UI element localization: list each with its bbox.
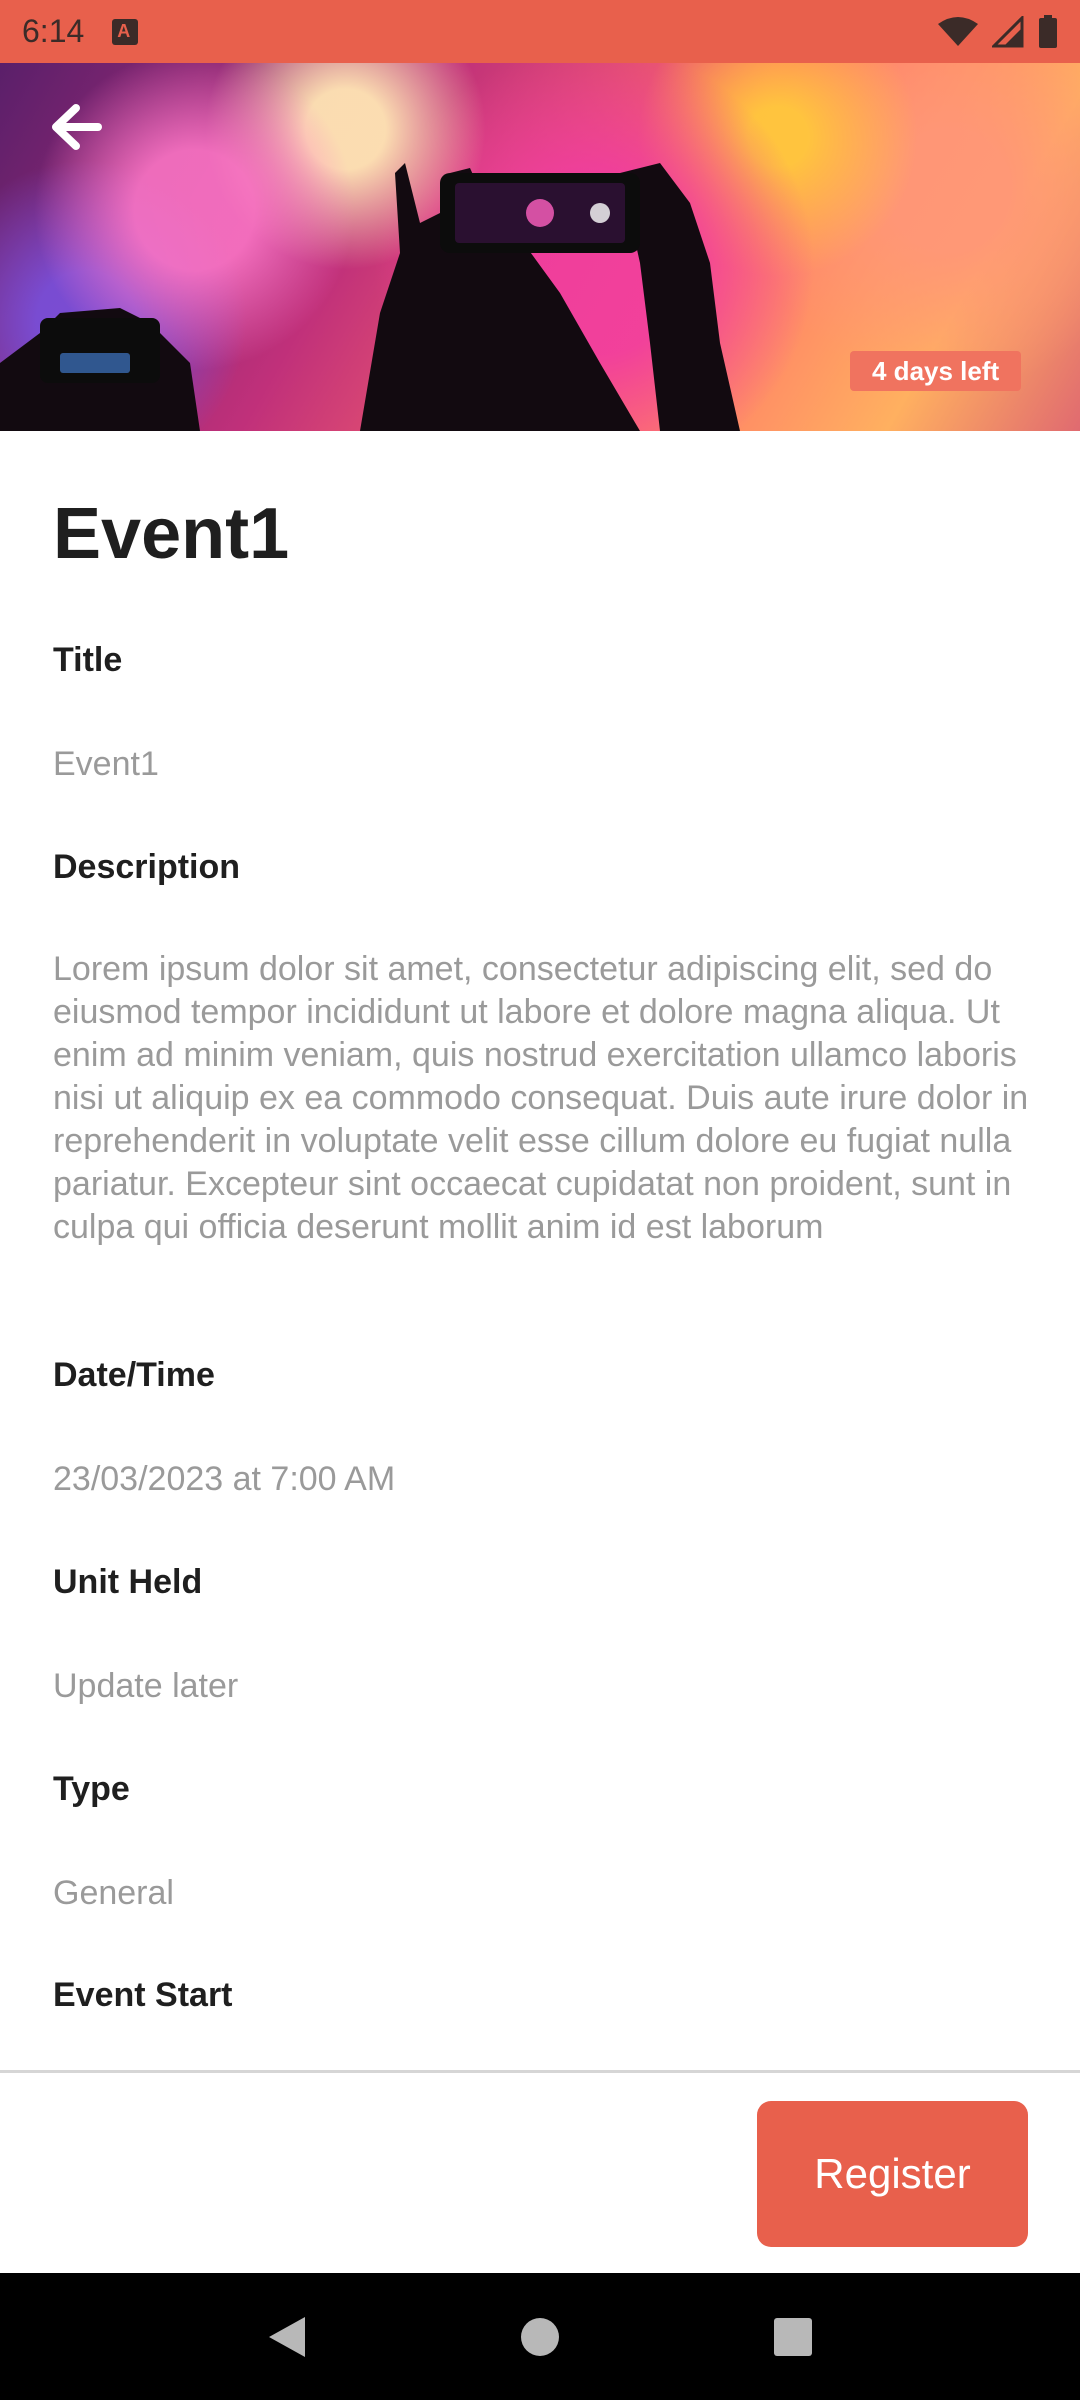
event-heading: Event1 xyxy=(53,494,290,574)
field-label-description: Description xyxy=(53,848,241,886)
back-button[interactable] xyxy=(44,95,108,159)
field-label-datetime: Date/Time xyxy=(53,1356,215,1394)
field-label-title: Title xyxy=(53,641,123,679)
nav-home-button[interactable] xyxy=(500,2297,580,2377)
field-value-datetime: 23/03/2023 at 7:00 AM xyxy=(53,1460,396,1498)
field-label-unit-held: Unit Held xyxy=(53,1563,203,1601)
field-value-title: Event1 xyxy=(53,745,159,783)
back-triangle-icon xyxy=(268,2316,305,2357)
status-time: 6:14 xyxy=(22,13,85,49)
field-value-description: Lorem ipsum dolor sit amet, consectetur … xyxy=(53,950,1029,1246)
register-button[interactable]: Register xyxy=(757,2101,1028,2247)
field-value-type: General xyxy=(53,1874,174,1912)
signal-icon xyxy=(992,15,1024,47)
nav-back-button[interactable] xyxy=(247,2297,327,2377)
status-bar: 6:14 xyxy=(0,0,1080,63)
app-notification-icon xyxy=(112,18,139,45)
arrow-left-icon xyxy=(52,104,102,150)
nav-recents-button[interactable] xyxy=(753,2297,833,2377)
event-hero-image: 4 days left xyxy=(0,63,1080,431)
days-left-badge: 4 days left xyxy=(850,351,1022,391)
field-label-type: Type xyxy=(53,1770,130,1808)
system-nav-bar xyxy=(0,2273,1080,2400)
wifi-icon xyxy=(938,16,978,46)
field-value-unit-held: Update later xyxy=(53,1667,239,1705)
home-circle-icon xyxy=(520,2317,559,2356)
battery-icon xyxy=(1039,14,1057,48)
recents-square-icon xyxy=(774,2317,813,2356)
status-icons xyxy=(938,14,1058,49)
field-label-event-start: Event Start xyxy=(53,1976,233,2014)
